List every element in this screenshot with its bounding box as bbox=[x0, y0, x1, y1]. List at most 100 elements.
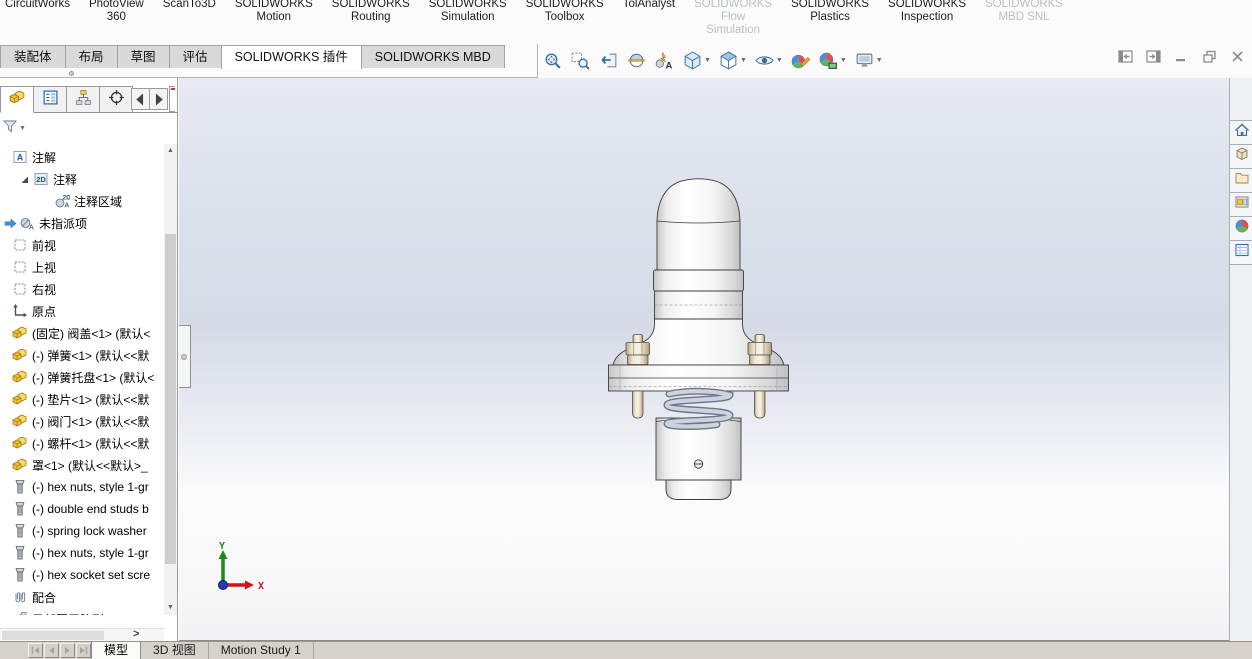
filter-caret-icon[interactable]: ▼ bbox=[19, 125, 26, 132]
study-tab[interactable]: 3D 视图 bbox=[141, 642, 209, 659]
panel-splitter-handle[interactable] bbox=[179, 325, 191, 388]
dropdown-caret-icon[interactable]: ▼ bbox=[876, 57, 883, 64]
tree-item[interactable]: (-) double end studs b bbox=[0, 498, 164, 520]
addin-item[interactable]: PhotoView360 bbox=[86, 0, 147, 24]
tree-item[interactable]: 原点 bbox=[0, 300, 164, 322]
tree-item[interactable]: (固定) 阀盖<1> (默认< bbox=[0, 322, 164, 344]
tree-item[interactable]: (-) hex nuts, style 1-gr bbox=[0, 476, 164, 498]
last-page-button[interactable] bbox=[76, 643, 91, 658]
view-annotations-button[interactable]: A bbox=[652, 49, 677, 72]
graphics-area[interactable]: Y X bbox=[179, 78, 1229, 641]
tree-item[interactable]: (-) hex nuts, style 1-gr bbox=[0, 542, 164, 564]
tree-item[interactable]: 前视 bbox=[0, 234, 164, 256]
design-library-button[interactable] bbox=[1230, 144, 1252, 169]
origin-icon bbox=[12, 303, 28, 319]
fastener-icon bbox=[12, 567, 28, 583]
tree-item[interactable]: (-) 弹簧托盘<1> (默认< bbox=[0, 366, 164, 388]
custom-properties-button[interactable] bbox=[1230, 240, 1252, 265]
scroll-down-icon[interactable]: ▼ bbox=[164, 601, 177, 615]
tree-item[interactable]: 2DA注释区域 bbox=[0, 190, 164, 212]
tree-item[interactable]: (-) 阀门<1> (默认<<默 bbox=[0, 410, 164, 432]
commandmanager-tab[interactable]: 评估 bbox=[169, 45, 222, 69]
section-view-button[interactable] bbox=[624, 49, 649, 72]
z-axis-dot bbox=[219, 581, 228, 590]
commandmanager-tab[interactable]: 布局 bbox=[65, 45, 118, 69]
addin-item[interactable]: SOLIDWORKSInspection bbox=[885, 0, 969, 24]
edit-appearance-button[interactable] bbox=[788, 49, 813, 72]
next-page-button[interactable] bbox=[60, 643, 75, 658]
tree-item[interactable]: 右视 bbox=[0, 278, 164, 300]
tree-item[interactable]: A注解 bbox=[0, 146, 164, 168]
tree-item[interactable]: 局部圆周阵列1 bbox=[0, 608, 164, 615]
tree-item[interactable]: (-) 螺杆<1> (默认<<默 bbox=[0, 432, 164, 454]
addin-item[interactable]: ScanTo3D bbox=[160, 0, 219, 11]
addin-item[interactable]: SOLIDWORKSPlastics bbox=[788, 0, 872, 24]
addin-item[interactable]: SOLIDWORKSSimulation bbox=[426, 0, 510, 24]
zoom-to-fit-button[interactable] bbox=[540, 49, 565, 72]
tree-item[interactable]: 配合 bbox=[0, 586, 164, 608]
ribbon-pin-dot[interactable] bbox=[69, 71, 74, 76]
zoom-to-area-button[interactable] bbox=[568, 49, 593, 72]
tree-vertical-scrollbar[interactable]: ▲ ▼ bbox=[164, 144, 177, 615]
view-orientation-button[interactable]: ▼ bbox=[680, 49, 713, 72]
featuremanager-tree-tab[interactable] bbox=[0, 86, 34, 113]
scroll-right-button[interactable] bbox=[149, 88, 168, 110]
commandmanager-tab[interactable]: 草图 bbox=[117, 45, 170, 69]
tree-item[interactable]: (-) hex socket set scre bbox=[0, 564, 164, 586]
propertymanager-tab[interactable] bbox=[33, 86, 67, 112]
hide-show-items-button[interactable]: ▼ bbox=[752, 49, 785, 72]
filter-funnel-icon[interactable] bbox=[2, 118, 18, 139]
addin-item[interactable]: CircuitWorks bbox=[2, 0, 73, 11]
tree-item-label: 原点 bbox=[32, 303, 56, 320]
tree-item[interactable]: 罩<1> (默认<<默认>_ bbox=[0, 454, 164, 476]
addin-item[interactable]: SOLIDWORKSRouting bbox=[329, 0, 413, 24]
scroll-left-button[interactable] bbox=[131, 88, 150, 110]
tree-item[interactable]: A未指派项 bbox=[0, 212, 164, 234]
home-button[interactable] bbox=[1230, 120, 1252, 145]
apply-scene-button[interactable]: ▼ bbox=[816, 49, 849, 72]
addin-item[interactable]: SOLIDWORKSToolbox bbox=[523, 0, 607, 24]
dropdown-caret-icon[interactable]: ▼ bbox=[776, 57, 783, 64]
close-button[interactable] bbox=[1229, 48, 1246, 65]
expanded-icon[interactable] bbox=[18, 173, 31, 186]
dropdown-caret-icon[interactable]: ▼ bbox=[704, 57, 711, 64]
study-tab[interactable]: 模型 bbox=[91, 642, 141, 659]
dropdown-caret-icon[interactable]: ▼ bbox=[840, 57, 847, 64]
dropdown-caret-icon[interactable]: ▼ bbox=[740, 57, 747, 64]
tree-item[interactable]: (-) 弹簧<1> (默认<<默 bbox=[0, 344, 164, 366]
tree-item[interactable]: 2D注释 bbox=[0, 168, 164, 190]
tree-horizontal-scrollbar[interactable]: > bbox=[0, 628, 164, 641]
addin-item[interactable]: TolAnalyst bbox=[620, 0, 678, 11]
commandmanager-tab[interactable]: 装配体 bbox=[0, 45, 66, 69]
display-style-button[interactable]: ▼ bbox=[716, 49, 749, 72]
view-palette-button[interactable] bbox=[1230, 192, 1252, 217]
restore-button[interactable] bbox=[1201, 48, 1218, 65]
study-tab[interactable]: Motion Study 1 bbox=[209, 642, 314, 659]
dimxpertmanager-tab[interactable] bbox=[99, 86, 133, 112]
model-valve-assembly[interactable] bbox=[606, 178, 791, 503]
scrollbar-thumb[interactable] bbox=[2, 631, 104, 640]
collapse-right-pane-button[interactable] bbox=[1145, 48, 1162, 65]
previous-view-button[interactable] bbox=[596, 49, 621, 72]
bottom-tab-bar: 模型3D 视图Motion Study 1 bbox=[0, 641, 1252, 659]
first-page-button[interactable] bbox=[28, 643, 43, 658]
expand-right-icon[interactable]: > bbox=[133, 628, 139, 640]
addin-item[interactable]: SOLIDWORKSMotion bbox=[232, 0, 316, 24]
minimize-button[interactable] bbox=[1173, 48, 1190, 65]
appearances-scenes-button[interactable] bbox=[1230, 216, 1252, 241]
configurationmanager-tab[interactable] bbox=[66, 86, 100, 112]
apply-scene-icon bbox=[818, 50, 839, 71]
scrollbar-thumb[interactable] bbox=[165, 234, 176, 564]
commandmanager-tab[interactable]: SOLIDWORKS 插件 bbox=[221, 45, 362, 69]
scroll-up-icon[interactable]: ▲ bbox=[164, 144, 177, 158]
tree-item[interactable]: (-) 垫片<1> (默认<<默 bbox=[0, 388, 164, 410]
tree-filter[interactable]: ▼ bbox=[2, 116, 26, 140]
tree-item[interactable]: (-) spring lock washer bbox=[0, 520, 164, 542]
tree-item[interactable]: 上视 bbox=[0, 256, 164, 278]
view-settings-button[interactable]: ▼ bbox=[852, 49, 885, 72]
collapse-left-pane-button[interactable] bbox=[1117, 48, 1134, 65]
prev-page-button[interactable] bbox=[44, 643, 59, 658]
commandmanager-tab[interactable]: SOLIDWORKS MBD bbox=[361, 45, 505, 69]
file-explorer-button[interactable] bbox=[1230, 168, 1252, 193]
reassign-arrow-icon[interactable] bbox=[4, 217, 17, 230]
